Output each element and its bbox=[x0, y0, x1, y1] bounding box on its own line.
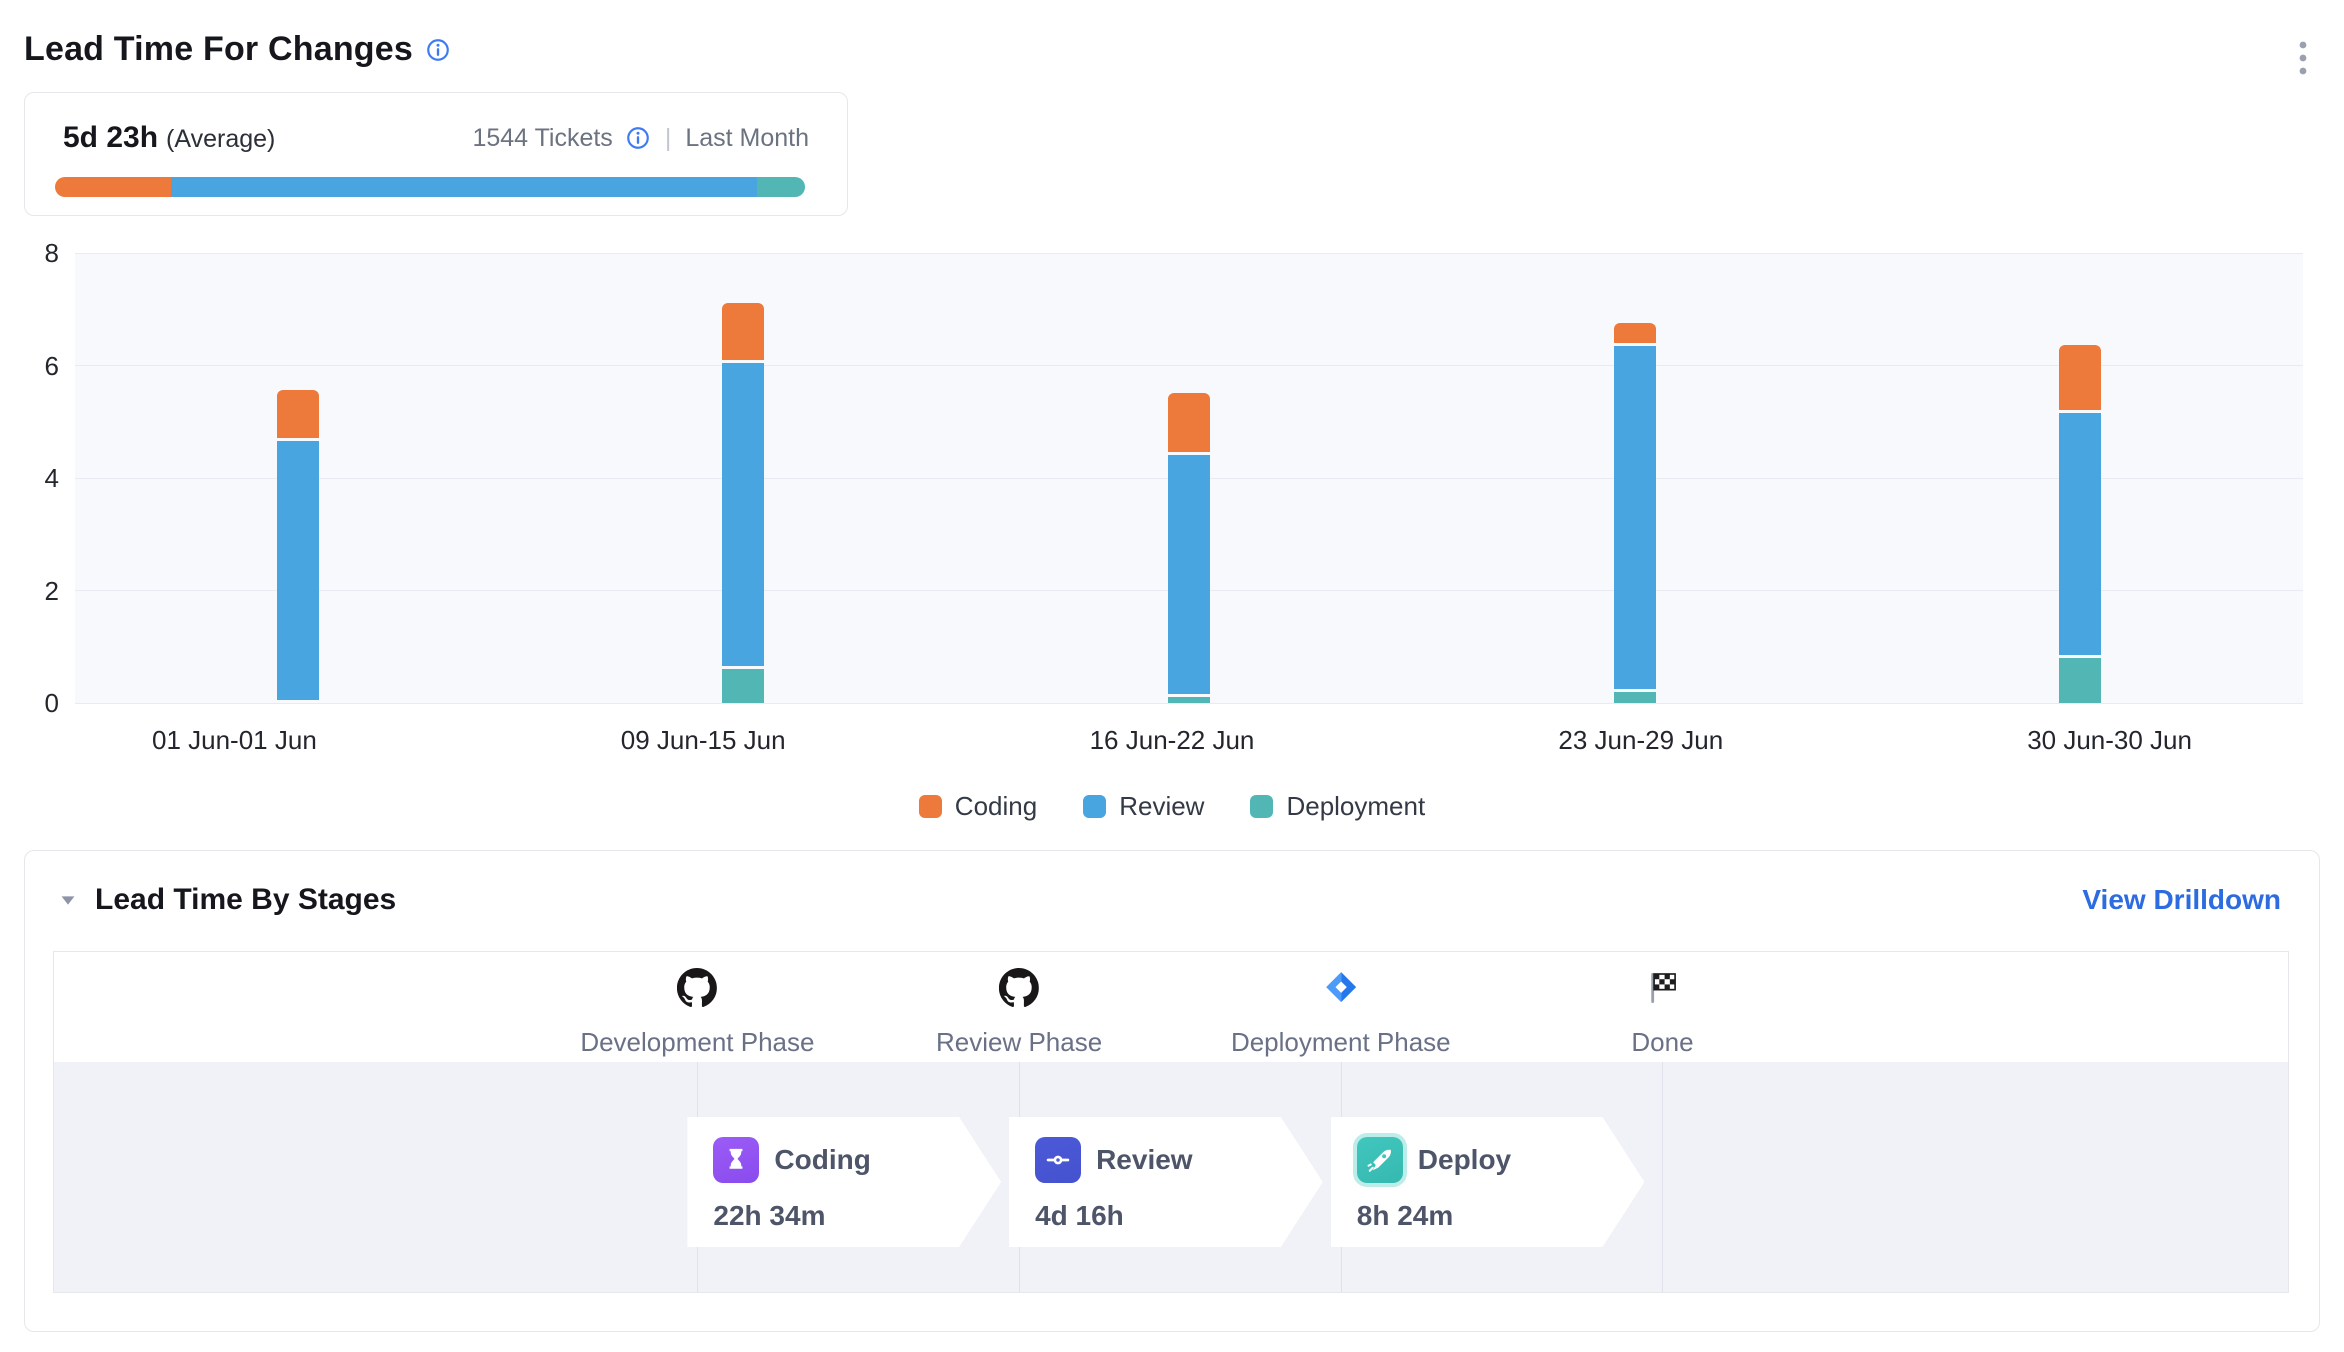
tickets-info-icon[interactable] bbox=[625, 125, 651, 151]
legend-label: Deployment bbox=[1286, 791, 1425, 822]
bar-segment-deployment[interactable] bbox=[2059, 658, 2101, 703]
legend-swatch-deployment bbox=[1250, 795, 1273, 818]
summary-meta: 1544 Tickets | Last Month bbox=[472, 124, 809, 153]
average-label: (Average) bbox=[166, 125, 275, 153]
legend-item-coding[interactable]: Coding bbox=[919, 791, 1037, 822]
bar-segment-deployment[interactable] bbox=[722, 669, 764, 703]
bar-segment-review[interactable] bbox=[277, 441, 319, 700]
stage-title-row: Review bbox=[1035, 1137, 1297, 1183]
phase-label: Review Phase bbox=[936, 1027, 1102, 1058]
summary-card: 5d 23h (Average) 1544 Tickets | Last Mont… bbox=[24, 92, 848, 216]
chart-legend: Coding Review Deployment bbox=[0, 791, 2344, 822]
stage-body: Coding 22h 34m Review 4d 16h Deploy 8h 24m bbox=[54, 1062, 2288, 1292]
stacked-bar-30-jun-30-jun bbox=[2059, 253, 2101, 703]
legend-label: Coding bbox=[955, 791, 1037, 822]
x-axis-label: 09 Jun-15 Jun bbox=[621, 725, 786, 756]
x-axis-label: 01 Jun-01 Jun bbox=[152, 725, 317, 756]
collapse-caret-icon[interactable] bbox=[57, 889, 79, 911]
bar-segment-coding[interactable] bbox=[2059, 345, 2101, 410]
y-axis-tick-label: 8 bbox=[17, 240, 59, 266]
stage-duration: 22h 34m bbox=[713, 1200, 975, 1232]
meta-separator: | bbox=[665, 124, 672, 153]
average-value: 5d 23h bbox=[63, 121, 158, 154]
x-axis-label: 23 Jun-29 Jun bbox=[1558, 725, 1723, 756]
column-divider bbox=[1662, 1062, 1663, 1292]
legend-item-deployment[interactable]: Deployment bbox=[1250, 791, 1425, 822]
hourglass-icon bbox=[713, 1137, 759, 1183]
widget-header: Lead Time For Changes bbox=[24, 30, 2320, 89]
stage-duration: 8h 24m bbox=[1357, 1200, 1619, 1232]
bar-segment-deployment[interactable] bbox=[1614, 692, 1656, 703]
tickets-count: 1544 Tickets bbox=[472, 124, 612, 153]
legend-item-review[interactable]: Review bbox=[1083, 791, 1204, 822]
summary-progress-bar bbox=[55, 177, 805, 197]
phase-development-phase: Development Phase bbox=[580, 968, 814, 1058]
y-axis-tick-label: 6 bbox=[17, 353, 59, 379]
stacked-bar-09-jun-15-jun bbox=[722, 253, 764, 703]
legend-label: Review bbox=[1119, 791, 1204, 822]
bar-segment-coding[interactable] bbox=[277, 390, 319, 438]
average-value-group: 5d 23h (Average) bbox=[63, 121, 275, 155]
stages-panel-title: Lead Time By Stages bbox=[95, 883, 396, 917]
bar-segment-coding[interactable] bbox=[1168, 393, 1210, 452]
rocket-icon bbox=[1357, 1137, 1403, 1183]
x-axis-label: 30 Jun-30 Jun bbox=[2027, 725, 2192, 756]
phase-review-phase: Review Phase bbox=[936, 968, 1102, 1058]
stage-label: Review bbox=[1096, 1144, 1193, 1176]
stacked-bar-23-jun-29-jun bbox=[1614, 253, 1656, 703]
bar-segment-review[interactable] bbox=[1168, 455, 1210, 694]
stage-card-coding[interactable]: Coding 22h 34m bbox=[687, 1117, 1001, 1247]
page-title: Lead Time For Changes bbox=[24, 30, 413, 69]
kebab-menu-icon[interactable] bbox=[2286, 32, 2320, 89]
phase-label: Development Phase bbox=[580, 1027, 814, 1058]
progress-segment-deployment bbox=[757, 177, 805, 197]
commit-icon bbox=[1035, 1137, 1081, 1183]
bar-segment-coding[interactable] bbox=[722, 303, 764, 359]
bar-segment-review[interactable] bbox=[1614, 346, 1656, 689]
chart-plot: 02468 bbox=[75, 253, 2303, 703]
legend-swatch-review bbox=[1083, 795, 1106, 818]
progress-segment-coding bbox=[55, 177, 171, 197]
github-icon bbox=[999, 968, 1039, 1013]
stages-panel: Lead Time By Stages View Drilldown Devel… bbox=[24, 850, 2320, 1332]
stage-table: Development Phase Review Phase Deployment … bbox=[53, 951, 2289, 1293]
phase-deployment-phase: Deployment Phase bbox=[1231, 968, 1451, 1058]
stage-card-deploy[interactable]: Deploy 8h 24m bbox=[1331, 1117, 1645, 1247]
period-label: Last Month bbox=[685, 124, 809, 153]
lead-time-chart: 02468 Coding Review Deployment 01 Jun-01 J… bbox=[0, 253, 2344, 853]
progress-segment-review bbox=[171, 177, 757, 197]
stage-label: Deploy bbox=[1418, 1144, 1511, 1176]
stage-title-row: Deploy bbox=[1357, 1137, 1619, 1183]
phase-label: Deployment Phase bbox=[1231, 1027, 1451, 1058]
bar-segment-deployment[interactable] bbox=[1168, 697, 1210, 703]
github-icon bbox=[677, 968, 717, 1013]
x-axis-label: 16 Jun-22 Jun bbox=[1090, 725, 1255, 756]
phase-done: Done bbox=[1631, 968, 1693, 1058]
stage-title-row: Coding bbox=[713, 1137, 975, 1183]
y-axis-tick-label: 2 bbox=[17, 578, 59, 604]
stage-label: Coding bbox=[774, 1144, 870, 1176]
bar-segment-coding[interactable] bbox=[1614, 323, 1656, 343]
jira-icon bbox=[1321, 968, 1361, 1013]
view-drilldown-link[interactable]: View Drilldown bbox=[2082, 884, 2281, 916]
y-axis-tick-label: 0 bbox=[17, 690, 59, 716]
phase-header-row: Development Phase Review Phase Deployment … bbox=[54, 952, 2288, 1062]
lead-time-widget: Lead Time For Changes 5d 23h (Average) 15… bbox=[0, 0, 2344, 1352]
stacked-bar-01-jun-01-jun bbox=[277, 253, 319, 703]
phase-label: Done bbox=[1631, 1027, 1693, 1058]
bar-segment-review[interactable] bbox=[2059, 413, 2101, 655]
stage-card-review[interactable]: Review 4d 16h bbox=[1009, 1117, 1323, 1247]
y-axis-tick-label: 4 bbox=[17, 465, 59, 491]
bar-segment-review[interactable] bbox=[722, 363, 764, 667]
checkered-flag-icon bbox=[1642, 968, 1682, 1013]
title-info-icon[interactable] bbox=[425, 37, 451, 63]
stacked-bar-16-jun-22-jun bbox=[1168, 253, 1210, 703]
stage-duration: 4d 16h bbox=[1035, 1200, 1297, 1232]
legend-swatch-coding bbox=[919, 795, 942, 818]
